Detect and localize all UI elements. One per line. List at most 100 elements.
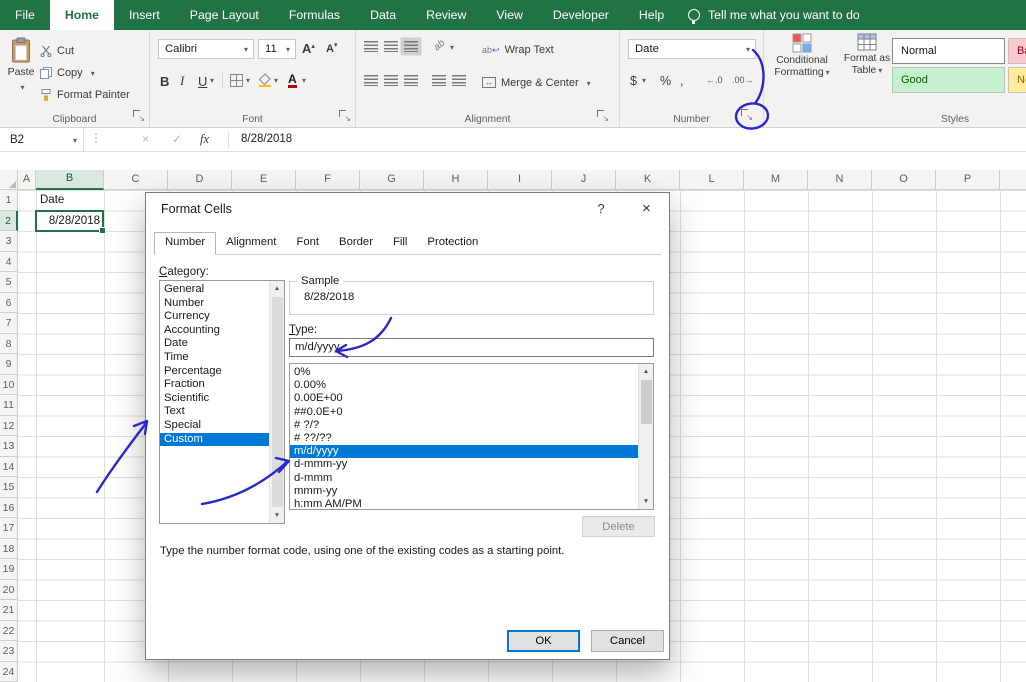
scroll-up-icon[interactable] [639,364,653,379]
borders-dropdown-icon[interactable]: ▾ [246,76,250,85]
increase-indent-button[interactable] [452,75,466,86]
align-right-button[interactable] [404,75,418,86]
orientation-dropdown-icon[interactable]: ▾ [450,43,454,52]
decrease-indent-button[interactable] [432,75,446,86]
font-dialog-launcher-icon[interactable] [339,110,351,123]
row-header-1[interactable]: 1 [0,190,18,211]
row-header-6[interactable]: 6 [0,292,18,313]
dialog-tab-protection[interactable]: Protection [417,233,488,254]
style-bad-chip[interactable]: Bad [1008,38,1026,64]
format-painter-button[interactable]: Format Painter [40,84,130,105]
row-header-5[interactable]: 5 [0,272,18,293]
type-option-m-d-yyyy[interactable]: m/d/yyyy [290,445,638,459]
scrollbar-thumb[interactable] [640,380,652,424]
dialog-tab-alignment[interactable]: Alignment [216,233,286,254]
underline-dropdown-icon[interactable]: ▾ [210,76,214,85]
type-option-d-mmm[interactable]: d-mmm [290,472,638,485]
dialog-tab-font[interactable]: Font [286,233,329,254]
category-scientific[interactable]: Scientific [160,392,269,406]
row-header-14[interactable]: 14 [0,456,18,477]
category-custom[interactable]: Custom [160,432,269,447]
type-option-[interactable]: # ?/? [290,419,638,432]
row-header-13[interactable]: 13 [0,436,18,457]
cell-B1[interactable]: Date [40,190,102,210]
row-header-12[interactable]: 12 [0,415,18,436]
decrease-font-size-button[interactable] [326,41,337,55]
fill-color-button[interactable] [258,73,272,87]
column-header-p[interactable]: P [936,170,1000,190]
type-scrollbar[interactable] [638,364,653,509]
type-input[interactable]: m/d/yyyy [289,338,654,357]
dialog-tab-fill[interactable]: Fill [383,233,417,254]
category-accounting[interactable]: Accounting [160,324,269,338]
borders-button[interactable] [230,74,243,87]
ribbon-tab-view[interactable]: View [481,0,537,30]
align-left-button[interactable] [364,75,378,86]
conditional-formatting-button[interactable]: Conditional Formatting [768,33,836,79]
type-option-[interactable]: # ??/?? [290,432,638,445]
row-header-15[interactable]: 15 [0,477,18,498]
row-header-18[interactable]: 18 [0,538,18,559]
ribbon-tab-help[interactable]: Help [624,0,679,30]
dialog-help-button[interactable]: ? [581,193,621,225]
row-header-24[interactable]: 24 [0,661,18,682]
number-dialog-launcher-icon[interactable] [741,109,753,122]
scroll-up-icon[interactable] [270,281,284,296]
number-format-select[interactable]: Date [628,39,756,59]
increase-font-size-button[interactable] [302,41,315,56]
category-currency[interactable]: Currency [160,310,269,324]
align-center-button[interactable] [384,75,398,86]
dialog-tab-border[interactable]: Border [329,233,383,254]
paste-button[interactable]: Paste [3,34,39,122]
row-header-11[interactable]: 11 [0,395,18,416]
column-header-h[interactable]: H [424,170,488,190]
category-percentage[interactable]: Percentage [160,365,269,379]
column-header-b[interactable]: B [36,170,104,190]
column-header-g[interactable]: G [360,170,424,190]
accounting-format-button[interactable]: $ [630,71,637,91]
row-header-16[interactable]: 16 [0,497,18,518]
comma-style-button[interactable]: , [680,71,683,91]
alignment-dialog-launcher-icon[interactable] [597,110,609,123]
font-name-select[interactable]: Calibri [158,39,254,59]
style-good-chip[interactable]: Good [892,67,1005,93]
type-option-0[interactable]: 0% [290,366,638,379]
bold-button[interactable]: B [160,71,169,91]
merge-center-button[interactable]: Merge & Center [482,72,591,93]
column-header-f[interactable]: F [296,170,360,190]
row-header-3[interactable]: 3 [0,231,18,252]
type-option-0-0e-0[interactable]: ##0.0E+0 [290,406,638,419]
column-header-j[interactable]: J [552,170,616,190]
cancel-button-formula[interactable]: × [142,128,149,151]
dialog-close-button[interactable]: × [624,193,669,225]
row-header-9[interactable]: 9 [0,354,18,375]
ok-button[interactable]: OK [507,630,580,652]
row-header-8[interactable]: 8 [0,333,18,354]
increase-decimal-button[interactable] [706,75,723,85]
row-header-7[interactable]: 7 [0,313,18,334]
category-time[interactable]: Time [160,351,269,365]
ribbon-tab-review[interactable]: Review [411,0,481,30]
column-header-o[interactable]: O [872,170,936,190]
type-option-d-mmm-yy[interactable]: d-mmm-yy [290,458,638,471]
type-option-h-mm-am-pm[interactable]: h:mm AM/PM [290,498,638,509]
decrease-decimal-button[interactable] [732,75,754,85]
ribbon-tab-insert[interactable]: Insert [114,0,175,30]
row-header-23[interactable]: 23 [0,641,18,662]
ribbon-tab-page-layout[interactable]: Page Layout [175,0,274,30]
enter-button-formula[interactable]: ✓ [172,128,182,151]
style-normal-chip[interactable]: Normal [892,38,1005,64]
underline-button[interactable]: U [198,71,207,91]
font-color-button[interactable] [288,73,297,88]
scrollbar-thumb[interactable] [271,297,283,507]
column-header-e[interactable]: E [232,170,296,190]
type-option-0-00e-00[interactable]: 0.00E+00 [290,392,638,405]
accounting-dropdown-icon[interactable]: ▾ [642,76,646,85]
percent-style-button[interactable]: % [660,71,671,91]
row-header-17[interactable]: 17 [0,518,18,539]
row-header-21[interactable]: 21 [0,600,18,621]
fill-color-dropdown-icon[interactable]: ▾ [274,76,278,85]
row-header-10[interactable]: 10 [0,374,18,395]
style-neutral-chip[interactable]: Neutral [1008,67,1026,93]
column-header-i[interactable]: I [488,170,552,190]
